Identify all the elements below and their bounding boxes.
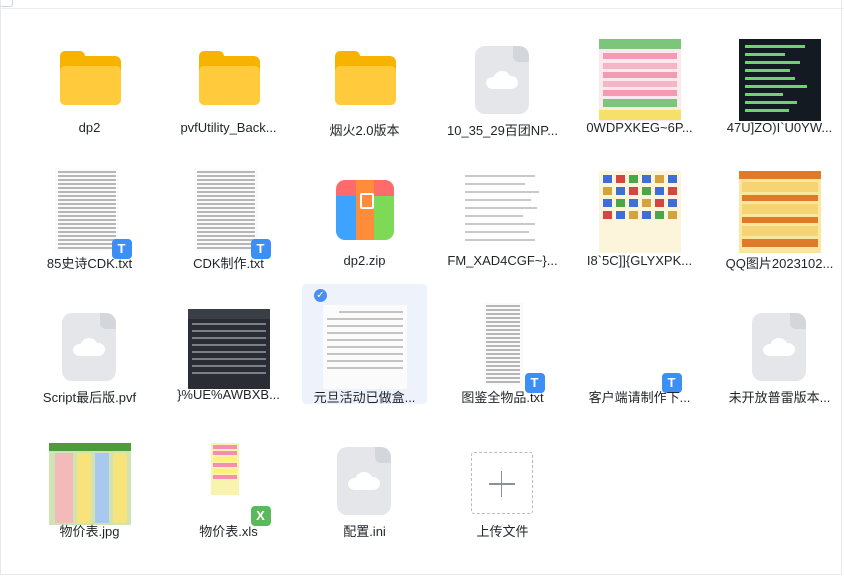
file-tile-cdk[interactable]: T CDK制作.txt	[166, 150, 291, 271]
file-tile-0wdpx[interactable]: 0WDPXKEG~6P...	[577, 17, 702, 137]
cloud-file-icon	[323, 437, 407, 521]
folder-icon	[323, 36, 407, 120]
file-name: 47U]ZO)I`U0YW...	[726, 120, 833, 135]
file-name: 10_35_29百团NP...	[446, 123, 559, 138]
file-name: 物价表.xls	[199, 524, 258, 539]
file-name: 0WDPXKEG~6P...	[586, 120, 693, 135]
file-tile-pvfutility[interactable]: pvfUtility_Back...	[166, 17, 291, 137]
image-thumbnail	[48, 437, 132, 525]
zip-icon	[323, 169, 407, 253]
file-tile-85shishi[interactable]: T 85史诗CDK.txt	[27, 150, 152, 271]
file-tile-tujian[interactable]: T 图鉴全物品.txt	[440, 284, 565, 405]
file-tile-47u[interactable]: 47U]ZO)I`U0YW...	[717, 17, 842, 137]
folder-icon	[187, 36, 271, 120]
file-name: Script最后版.pvf	[42, 390, 137, 405]
image-thumbnail	[187, 303, 271, 389]
file-tile-wujiabiao-xls[interactable]: X 物价表.xls	[166, 418, 291, 539]
file-name: I8`5C]]{GLYXPK...	[586, 253, 693, 268]
file-tile-dp2[interactable]: dp2	[27, 17, 152, 137]
cloud-file-icon	[738, 303, 822, 387]
txt-file-icon: T	[598, 303, 682, 393]
file-tile-weikaifang[interactable]: 未开放普雷版本...	[717, 284, 842, 405]
txt-file-icon: T	[187, 169, 271, 259]
file-tile-baituan[interactable]: 10_35_29百团NP...	[440, 17, 565, 138]
file-name: QQ图片2023102...	[725, 256, 834, 271]
folder-icon	[48, 36, 132, 120]
file-tile-script[interactable]: Script最后版.pvf	[27, 284, 152, 405]
file-tile-yanhuo[interactable]: 烟火2.0版本	[302, 17, 427, 138]
file-name: pvfUtility_Back...	[180, 120, 277, 135]
upload-file-button[interactable]: 上传文件	[440, 418, 565, 539]
cloud-file-icon	[461, 36, 545, 120]
file-name: 85史诗CDK.txt	[46, 256, 133, 271]
file-tile-peizhi[interactable]: 配置.ini	[302, 418, 427, 539]
file-name: 未开放普雷版本...	[728, 390, 831, 405]
file-name: 图鉴全物品.txt	[461, 390, 544, 405]
file-name: 元旦活动已做盒...	[313, 390, 416, 405]
file-tile-dp2zip[interactable]: dp2.zip	[302, 150, 427, 270]
image-thumbnail	[738, 169, 822, 253]
file-name: 客户端请制作下...	[588, 390, 691, 405]
file-tile-fm[interactable]: FM_XAD4CGF~}...	[440, 150, 565, 270]
xls-file-icon: X	[187, 437, 271, 526]
file-name: dp2.zip	[343, 253, 386, 268]
file-name: }%UE%AWBXB...	[177, 387, 280, 402]
file-name: FM_XAD4CGF~}...	[447, 253, 558, 268]
cloud-file-icon	[48, 303, 132, 387]
image-thumbnail	[598, 169, 682, 253]
file-tile-yuandan[interactable]: ✓ 元旦活动已做盒...	[302, 284, 427, 405]
image-thumbnail	[460, 169, 545, 255]
file-tile-kehuduan[interactable]: T 客户端请制作下...	[577, 284, 702, 405]
file-tile-wujiabiao-jpg[interactable]: 物价表.jpg	[27, 418, 152, 539]
check-icon[interactable]: ✓	[314, 289, 327, 302]
txt-file-icon: T	[461, 303, 545, 393]
upload-label: 上传文件	[476, 524, 529, 539]
file-tile-qq[interactable]: QQ图片2023102...	[717, 150, 842, 271]
txt-file-icon: T	[48, 169, 132, 259]
plus-icon	[461, 437, 545, 521]
image-thumbnail	[738, 36, 822, 121]
image-thumbnail	[322, 303, 407, 389]
file-name: CDK制作.txt	[193, 256, 264, 271]
file-tile-i8[interactable]: I8`5C]]{GLYXPK...	[577, 150, 702, 270]
image-thumbnail	[598, 36, 682, 121]
file-name: dp2	[78, 120, 101, 135]
file-name: 物价表.jpg	[59, 524, 120, 539]
file-tile-ue[interactable]: }%UE%AWBXB...	[166, 284, 291, 404]
file-name: 烟火2.0版本	[329, 123, 400, 138]
file-name: 配置.ini	[343, 524, 386, 539]
